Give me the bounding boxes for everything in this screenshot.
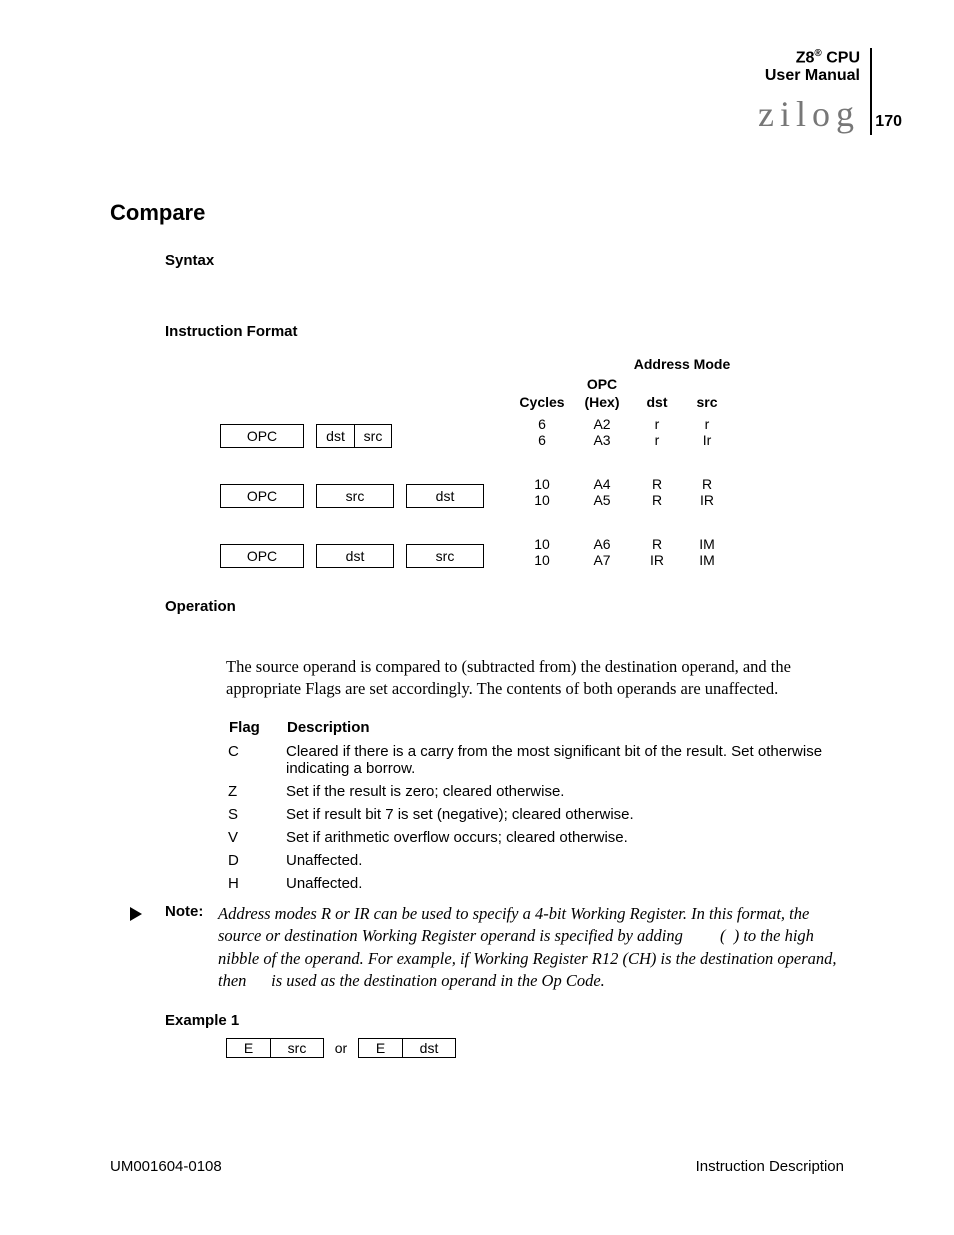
flag-row: CCleared if there is a carry from the mo… (228, 741, 844, 779)
operation-heading: Operation (165, 598, 236, 615)
header-product-line: Z8® CPU (758, 48, 860, 67)
flag-col-head: Flag (228, 718, 284, 739)
note-arrow-icon (128, 905, 144, 927)
instruction-format-heading: Instruction Format (165, 323, 298, 340)
page-header: Z8® CPU User Manual zilog 170 (758, 48, 872, 135)
col-opc-head2: (Hex) (572, 394, 632, 410)
dst-box: dst (316, 544, 394, 568)
opc-box: OPC (220, 424, 304, 448)
note-label: Note: (165, 903, 203, 920)
col-addrmode-head: Address Mode (632, 356, 732, 372)
format-row-1: OPC dst src (220, 424, 392, 448)
page-title: Compare (110, 200, 205, 226)
src-box-ex: src (270, 1038, 324, 1058)
e-box: E (226, 1038, 270, 1058)
or-label: or (324, 1040, 358, 1056)
opc-box: OPC (220, 544, 304, 568)
flag-row: ZSet if the result is zero; cleared othe… (228, 781, 844, 802)
src-box: src (316, 484, 394, 508)
flag-row: SSet if result bit 7 is set (negative); … (228, 804, 844, 825)
example1-heading: Example 1 (165, 1012, 239, 1029)
format-row-3-data: 10A6RIM 10A7IRIM (512, 536, 732, 568)
format-row-3: OPC dst src (220, 544, 484, 568)
e-box-2: E (358, 1038, 402, 1058)
footer-doc-id: UM001604-0108 (110, 1158, 222, 1175)
dst-box-ex: dst (402, 1038, 456, 1058)
flag-row: DUnaffected. (228, 850, 844, 871)
col-opc-head1: OPC (572, 376, 632, 392)
col-cycles-head: Cycles (512, 394, 572, 410)
flags-table: FlagDescription CCleared if there is a c… (226, 716, 846, 896)
dst-halfbox: dst (316, 424, 354, 448)
dst-box: dst (406, 484, 484, 508)
col-dst-head: dst (632, 394, 682, 410)
src-box: src (406, 544, 484, 568)
page-number: 170 (875, 113, 902, 135)
format-row-1-data: 6A2rr 6A3rIr (512, 416, 732, 448)
format-row-2-data: 10A4RR 10A5RIR (512, 476, 732, 508)
opc-box: OPC (220, 484, 304, 508)
operation-paragraph: The source operand is compared to (subtr… (226, 656, 842, 701)
flag-row: VSet if arithmetic overflow occurs; clea… (228, 827, 844, 848)
note-body: Address modes R or IR can be used to spe… (218, 903, 842, 992)
syntax-heading: Syntax (165, 252, 214, 269)
desc-col-head: Description (286, 718, 844, 739)
flag-row: HUnaffected. (228, 873, 844, 894)
format-row-2: OPC src dst (220, 484, 484, 508)
zilog-logo: zilog (758, 93, 860, 135)
footer-section: Instruction Description (696, 1158, 844, 1175)
col-src-head: src (682, 394, 732, 410)
src-halfbox: src (354, 424, 392, 448)
example1-boxes: E src or E dst (226, 1038, 456, 1058)
header-manual-line: User Manual (758, 67, 860, 85)
